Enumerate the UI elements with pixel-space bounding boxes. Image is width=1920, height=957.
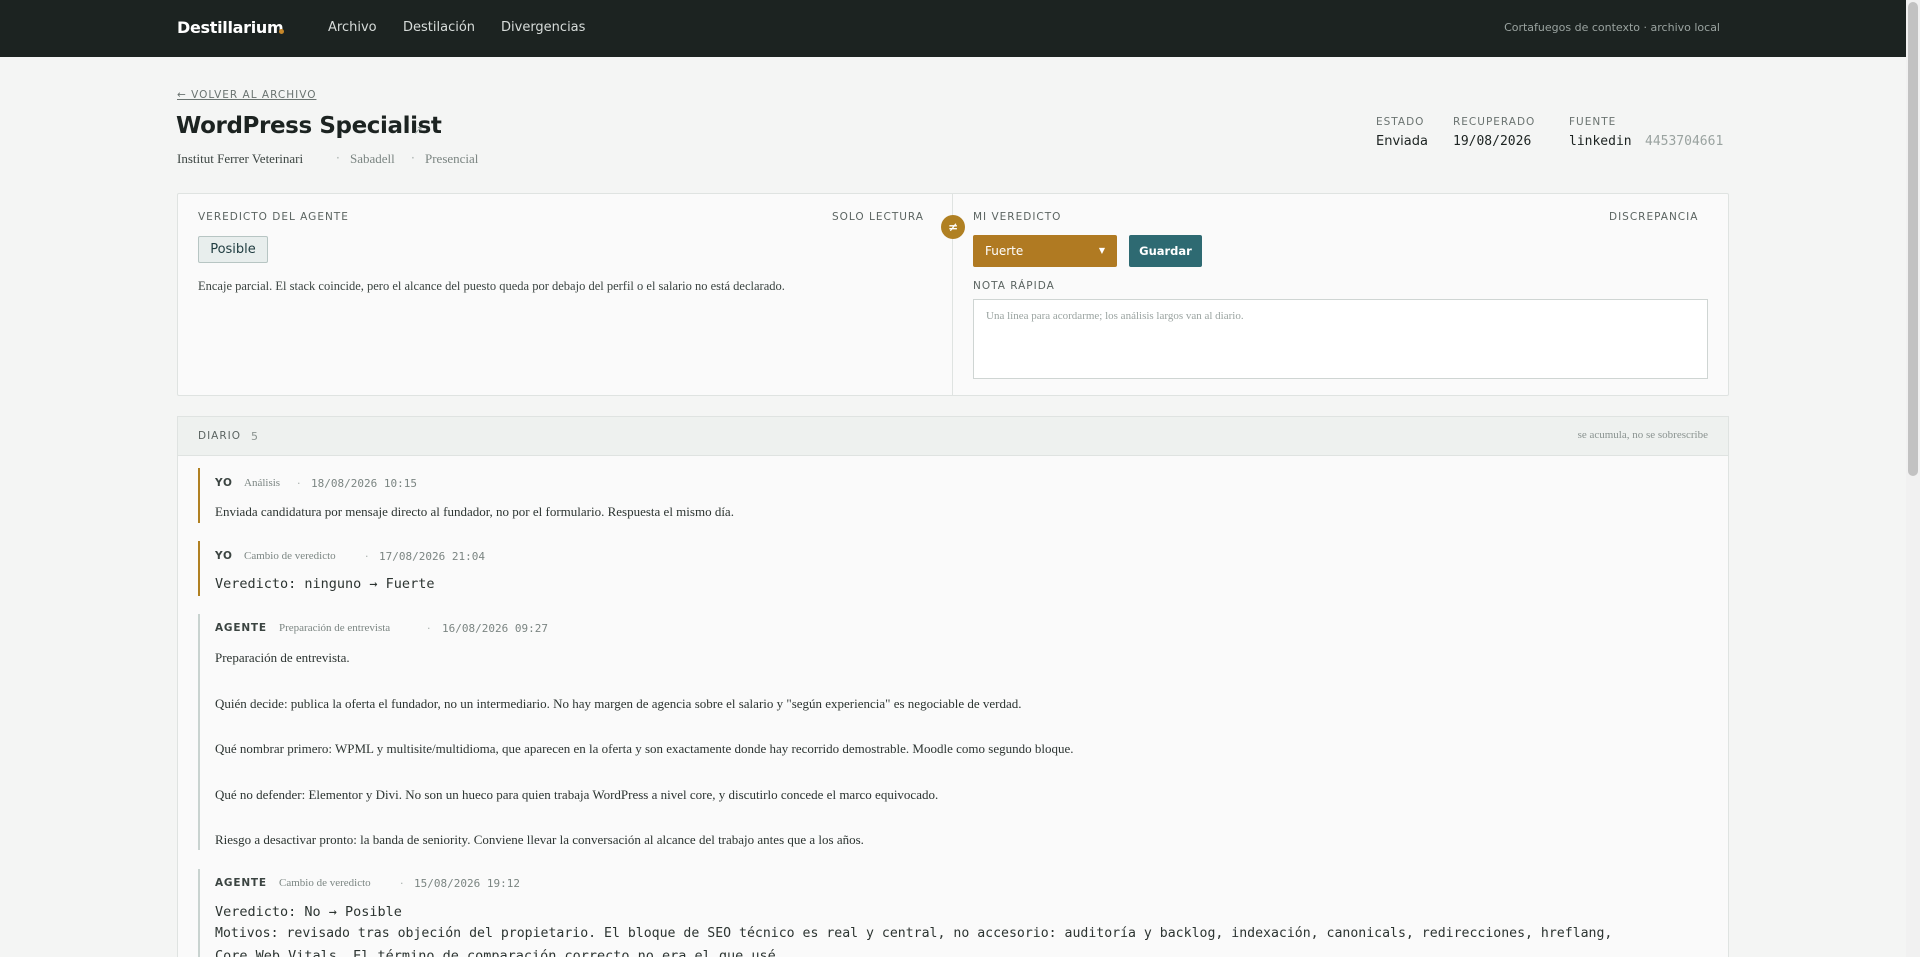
- entry-author: AGENTE: [215, 877, 267, 889]
- source-label: FUENTE: [1569, 116, 1617, 128]
- my-verdict-select[interactable]: Fuerte ▼: [973, 235, 1117, 267]
- entry-separator: ·: [427, 622, 431, 635]
- company-name: Institut Ferrer Veterinari: [177, 151, 304, 166]
- nav-divergencias[interactable]: Divergencias: [501, 20, 585, 35]
- entry-separator: ·: [365, 550, 369, 563]
- retrieved-date: 19/08/2026: [1453, 134, 1532, 149]
- entry-paragraph: Qué nombrar primero: WPML y multisite/mu…: [215, 741, 1074, 756]
- entry-time: 15/08/2026 19:12: [414, 877, 520, 890]
- entry-time: 18/08/2026 10:15: [311, 477, 417, 490]
- brand-logo[interactable]: Destillarium: [177, 18, 284, 37]
- entry-author: YO: [215, 550, 233, 562]
- diary-append-only-note: se acumula, no se sobrescribe: [1577, 429, 1708, 441]
- entry-author: YO: [215, 477, 233, 489]
- diary-header: [177, 416, 1729, 456]
- entry-marker: [198, 541, 200, 596]
- quick-note-label: NOTA RÁPIDA: [973, 280, 1055, 292]
- entry-paragraph: Riesgo a desactivar pronto: la banda de …: [215, 832, 864, 847]
- entry-line: Motivos: revisado tras objeción del prop…: [215, 926, 1613, 941]
- entry-paragraph: Qué no defender: Elementor y Divi. No so…: [215, 787, 939, 802]
- diary-panel: [177, 416, 1729, 957]
- discrepancy-icon: ≠: [941, 215, 965, 239]
- entry-kind: Análisis: [244, 477, 281, 489]
- back-to-archive-link[interactable]: ← VOLVER AL ARCHIVO: [177, 89, 316, 101]
- meta-separator: ·: [411, 151, 415, 165]
- discrepancy-label: DISCREPANCIA: [1609, 211, 1699, 223]
- entry-text: Enviada candidatura por mensaje directo …: [215, 504, 734, 519]
- entry-separator: ·: [400, 877, 404, 890]
- entry-kind: Cambio de veredicto: [279, 877, 371, 889]
- page-title: WordPress Specialist: [176, 113, 442, 139]
- chevron-down-icon: ▼: [1098, 246, 1105, 255]
- entry-author: AGENTE: [215, 622, 267, 634]
- external-link-icon[interactable]: ↗: [413, 123, 423, 137]
- entry-paragraph: Preparación de entrevista.: [215, 650, 350, 665]
- context-firewall-label: Cortafuegos de contexto · archivo local: [1504, 21, 1720, 34]
- agent-verdict-note: Encaje parcial. El stack coincide, pero …: [198, 279, 785, 293]
- source-name: linkedin: [1569, 134, 1632, 149]
- read-only-label: SOLO LECTURA: [832, 211, 924, 223]
- diary-title: DIARIO: [198, 430, 242, 442]
- quick-note-input[interactable]: [973, 299, 1708, 379]
- brand-dot-icon: [279, 29, 284, 34]
- work-modality: Presencial: [425, 151, 479, 166]
- nav-destilacion[interactable]: Destilación: [403, 20, 475, 35]
- diary-count: 5: [251, 430, 258, 443]
- nav-archivo[interactable]: Archivo: [328, 20, 377, 35]
- status-label: ESTADO: [1376, 116, 1425, 128]
- entry-text: Veredicto: ninguno → Fuerte: [215, 576, 435, 592]
- entry-marker: [198, 869, 200, 957]
- meta-separator: ·: [336, 151, 340, 165]
- entry-time: 17/08/2026 21:04: [379, 550, 485, 563]
- my-verdict-selected: Fuerte: [985, 244, 1024, 258]
- entry-marker: [198, 614, 200, 850]
- my-verdict-label: MI VEREDICTO: [973, 211, 1062, 223]
- retrieved-label: RECUPERADO: [1453, 116, 1536, 128]
- entry-paragraph: Quién decide: publica la oferta el funda…: [215, 696, 1022, 711]
- entry-time: 16/08/2026 09:27: [442, 622, 548, 635]
- status-value: Enviada: [1376, 134, 1428, 149]
- scrollbar-thumb[interactable]: [1908, 2, 1918, 476]
- entry-separator: ·: [297, 477, 301, 490]
- save-button[interactable]: Guardar: [1129, 235, 1202, 267]
- entry-line: Veredicto: No → Posible: [215, 904, 402, 920]
- entry-marker: [198, 468, 200, 523]
- entry-kind: Preparación de entrevista: [279, 622, 391, 634]
- entry-kind: Cambio de veredicto: [244, 550, 336, 562]
- source-id: 4453704661: [1645, 134, 1724, 149]
- agent-verdict-label: VEREDICTO DEL AGENTE: [198, 211, 349, 223]
- entry-line: Core Web Vitals. El término de comparaci…: [215, 948, 784, 957]
- agent-verdict-badge: Posible: [198, 236, 268, 263]
- location: Sabadell: [350, 151, 395, 166]
